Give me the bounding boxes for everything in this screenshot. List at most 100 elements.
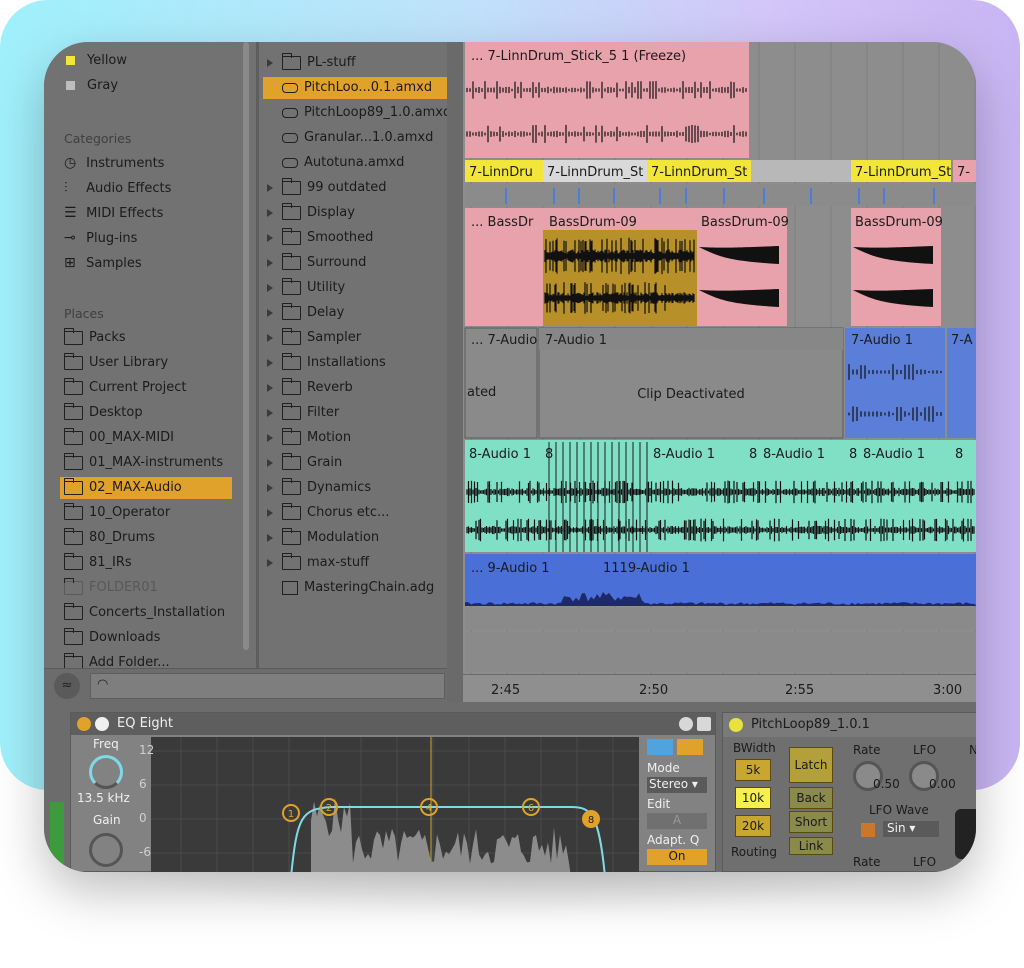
category-plug-ins[interactable]: ⊸ Plug-ins — [64, 227, 137, 249]
place-item[interactable]: Packs — [60, 327, 126, 349]
expand-arrow-icon[interactable] — [267, 458, 273, 467]
place-item[interactable]: 02_MAX-Audio — [60, 477, 232, 499]
gain-knob[interactable] — [89, 833, 123, 867]
file-item[interactable]: PitchLoop89_1.0.amxd — [263, 102, 451, 124]
file-item[interactable]: Display — [263, 202, 355, 224]
marker[interactable] — [578, 188, 580, 204]
eq-display[interactable]: 1 2 4 6 8 — [151, 737, 639, 872]
marker[interactable] — [613, 188, 615, 204]
marker[interactable] — [505, 188, 507, 204]
analyzer-icon[interactable] — [677, 739, 703, 755]
place-item[interactable]: FOLDER01 — [60, 577, 158, 599]
file-item[interactable]: PL-stuff — [263, 52, 356, 74]
back-button[interactable]: Back — [789, 787, 833, 809]
short-button[interactable]: Short — [789, 811, 833, 833]
expand-arrow-icon[interactable] — [267, 558, 273, 567]
file-item[interactable]: Smoothed — [263, 227, 373, 249]
file-item[interactable]: Surround — [263, 252, 366, 274]
bwidth-20k-button[interactable]: 20k — [735, 815, 771, 837]
marker[interactable] — [858, 188, 860, 204]
arrangement-canvas[interactable]: ... 7-LinnDrum_Stick_5 1 (Freeze) 7-LinnD… — [463, 42, 976, 702]
file-item[interactable]: Granular...1.0.amxd — [263, 127, 433, 149]
preview-bar[interactable]: ◠ — [90, 673, 445, 699]
file-item[interactable]: 99 outdated — [263, 177, 387, 199]
link-button[interactable]: Link — [789, 837, 833, 855]
place-item[interactable]: 00_MAX-MIDI — [60, 427, 174, 449]
lane[interactable] — [465, 608, 976, 630]
file-item[interactable]: MasteringChain.adg — [263, 577, 434, 599]
sidebar-scrollbar[interactable] — [243, 42, 249, 650]
file-item[interactable]: Modulation — [263, 527, 379, 549]
file-item[interactable]: Autotuna.amxd — [263, 152, 404, 174]
category-samples[interactable]: ⊞ Samples — [64, 252, 142, 274]
audition-icon[interactable] — [647, 739, 673, 755]
marker[interactable] — [659, 188, 661, 204]
timeline-ruler[interactable]: 2:45 2:50 2:55 3:00 — [463, 674, 976, 702]
expand-arrow-icon[interactable] — [267, 483, 273, 492]
expand-arrow-icon[interactable] — [267, 383, 273, 392]
expand-arrow-icon[interactable] — [267, 358, 273, 367]
marker[interactable] — [685, 188, 687, 204]
category-audio-effects[interactable]: ⫶ Audio Effects — [64, 177, 171, 199]
place-item[interactable]: Current Project — [60, 377, 186, 399]
device-expand-icon[interactable] — [95, 717, 109, 731]
file-item[interactable]: Grain — [263, 452, 342, 474]
category-instruments[interactable]: ◷ Instruments — [64, 152, 164, 174]
expand-arrow-icon[interactable] — [267, 308, 273, 317]
latch-button[interactable]: Latch — [789, 747, 833, 783]
marker[interactable] — [933, 188, 935, 204]
live-logo-icon[interactable]: ≈ — [54, 673, 80, 699]
expand-arrow-icon[interactable] — [267, 533, 273, 542]
file-item[interactable]: Utility — [263, 277, 345, 299]
color-tag-gray[interactable]: Gray — [66, 75, 118, 97]
expand-arrow-icon[interactable] — [267, 183, 273, 192]
bwidth-5k-button[interactable]: 5k — [735, 759, 771, 781]
expand-arrow-icon[interactable] — [267, 283, 273, 292]
headphones-icon[interactable]: ◠ — [97, 677, 108, 692]
clip-automation-lane[interactable] — [465, 184, 976, 206]
file-item[interactable]: max-stuff — [263, 552, 369, 574]
marker[interactable] — [883, 188, 885, 204]
adapt-q-toggle[interactable]: On — [647, 849, 707, 865]
file-item[interactable]: Filter — [263, 402, 339, 424]
place-item[interactable]: 10_Operator — [60, 502, 170, 524]
freq-knob[interactable] — [89, 755, 123, 789]
hot-swap-icon[interactable] — [679, 717, 693, 731]
file-item[interactable]: Motion — [263, 427, 351, 449]
expand-arrow-icon[interactable] — [267, 233, 273, 242]
place-item[interactable]: User Library — [60, 352, 168, 374]
category-midi-effects[interactable]: ☰ MIDI Effects — [64, 202, 163, 224]
file-item[interactable]: Delay — [263, 302, 344, 324]
browser-divider[interactable] — [447, 42, 463, 702]
edit-button[interactable]: A — [647, 813, 707, 829]
expand-arrow-icon[interactable] — [267, 408, 273, 417]
eq-curve[interactable]: 1 2 4 6 8 — [151, 737, 639, 872]
expand-arrow-icon[interactable] — [267, 433, 273, 442]
clip[interactable] — [751, 160, 851, 182]
expand-arrow-icon[interactable] — [267, 333, 273, 342]
file-item[interactable]: PitchLoo...0.1.amxd — [263, 77, 449, 99]
lane[interactable] — [465, 632, 976, 672]
expand-arrow-icon[interactable] — [267, 508, 273, 517]
file-item[interactable]: Chorus etc... — [263, 502, 389, 524]
expand-arrow-icon[interactable] — [267, 58, 273, 67]
expand-arrow-icon[interactable] — [267, 208, 273, 217]
device-power-icon[interactable] — [77, 717, 91, 731]
save-preset-icon[interactable] — [697, 717, 711, 731]
lfo-wave-swatch[interactable] — [861, 823, 875, 837]
expand-arrow-icon[interactable] — [267, 258, 273, 267]
place-item[interactable]: Desktop — [60, 402, 143, 424]
file-item[interactable]: Dynamics — [263, 477, 371, 499]
mode-dropdown[interactable]: Stereo ▾ — [647, 777, 707, 793]
marker[interactable] — [723, 188, 725, 204]
bwidth-10k-button[interactable]: 10k — [735, 787, 771, 809]
marker[interactable] — [810, 188, 812, 204]
place-item[interactable]: Downloads — [60, 627, 160, 649]
color-tag-yellow[interactable]: Yellow — [66, 50, 127, 72]
file-item[interactable]: Reverb — [263, 377, 353, 399]
place-item[interactable]: 01_MAX-instruments — [60, 452, 223, 474]
place-item[interactable]: 80_Drums — [60, 527, 155, 549]
place-item[interactable]: 81_IRs — [60, 552, 132, 574]
marker[interactable] — [553, 188, 555, 204]
marker[interactable] — [763, 188, 765, 204]
